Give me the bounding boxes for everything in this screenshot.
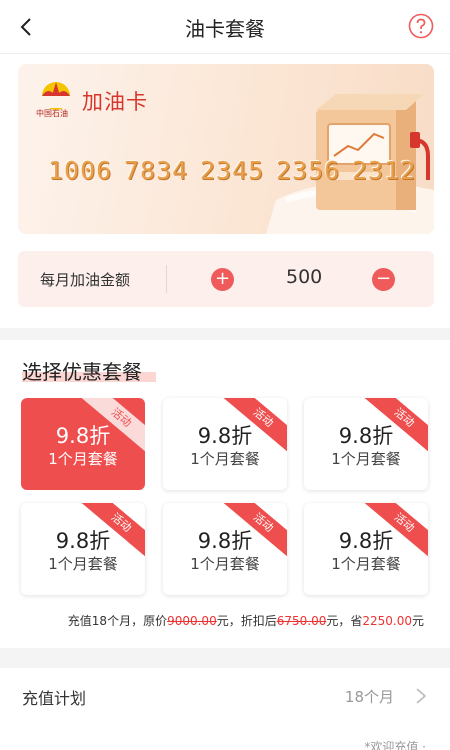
nav-bar: 油卡套餐 bbox=[0, 0, 450, 54]
package-discount: 9.8折 bbox=[338, 529, 394, 553]
saved-amount: 2250.00 bbox=[362, 614, 412, 628]
footer-hint: *欢迎充值 · bbox=[364, 740, 426, 750]
section-gap bbox=[0, 328, 450, 340]
package-option-6[interactable]: 活动 9.8折 1个月套餐 bbox=[304, 503, 428, 595]
package-duration: 1个月套餐 bbox=[190, 450, 260, 468]
page-title: 油卡套餐 bbox=[185, 17, 265, 41]
card-number-group-4: 2356 bbox=[276, 156, 341, 185]
package-option-3[interactable]: 活动 9.8折 1个月套餐 bbox=[304, 398, 428, 490]
package-option-2[interactable]: 活动 9.8折 1个月套餐 bbox=[163, 398, 287, 490]
summary-mid: 元，折扣后 bbox=[216, 614, 277, 628]
recharge-plan-value: 18个月 bbox=[344, 688, 394, 706]
card-number-group-2: 7834 bbox=[124, 156, 189, 185]
package-discount: 9.8折 bbox=[55, 424, 111, 448]
package-discount: 9.8折 bbox=[197, 529, 253, 553]
help-icon[interactable] bbox=[408, 13, 434, 39]
section-title: 选择优惠套餐 bbox=[22, 360, 142, 384]
card-number-group-5: 2312 bbox=[352, 156, 417, 185]
summary-prefix: 充值18个月，原价 bbox=[67, 614, 168, 628]
card-brand-text: 中国石油 bbox=[36, 109, 68, 118]
discounted-price: 6750.00 bbox=[276, 614, 327, 628]
chevron-right-icon bbox=[416, 688, 427, 704]
divider bbox=[166, 265, 167, 293]
package-discount: 9.8折 bbox=[197, 424, 253, 448]
package-option-1[interactable]: 活动 9.8折 1个月套餐 bbox=[21, 398, 145, 490]
increase-amount-button[interactable]: + bbox=[211, 268, 234, 291]
package-duration: 1个月套餐 bbox=[331, 555, 401, 573]
monthly-amount-row: 每月加油金额 + 500 − bbox=[18, 251, 434, 307]
monthly-amount-value: 500 bbox=[286, 266, 323, 288]
package-option-4[interactable]: 活动 9.8折 1个月套餐 bbox=[21, 503, 145, 595]
package-duration: 1个月套餐 bbox=[331, 450, 401, 468]
summary-suffix: 元 bbox=[411, 614, 424, 628]
decrease-amount-button[interactable]: − bbox=[372, 268, 395, 291]
package-option-5[interactable]: 活动 9.8折 1个月套餐 bbox=[163, 503, 287, 595]
original-price: 9000.00 bbox=[167, 614, 217, 628]
summary-mid2: 元，省 bbox=[326, 614, 363, 628]
price-summary: 充值18个月，原价9000.00元，折扣后6750.00元，省2250.00元 bbox=[68, 612, 424, 629]
card-name: 加油卡 bbox=[82, 90, 148, 114]
card-number-group-1: 1006 bbox=[48, 156, 113, 185]
recharge-plan-row[interactable]: 充值计划 18个月 bbox=[0, 668, 450, 724]
recharge-plan-label: 充值计划 bbox=[22, 689, 87, 708]
card-number-group-3: 2345 bbox=[200, 156, 265, 185]
package-duration: 1个月套餐 bbox=[48, 450, 118, 468]
oil-card: 中国石油 加油卡 1006 7834 2345 2356 2312 bbox=[18, 64, 434, 234]
section-gap bbox=[0, 648, 450, 668]
package-discount: 9.8折 bbox=[338, 424, 394, 448]
monthly-amount-label: 每月加油金额 bbox=[40, 271, 131, 289]
package-duration: 1个月套餐 bbox=[48, 555, 118, 573]
package-discount: 9.8折 bbox=[55, 529, 111, 553]
package-duration: 1个月套餐 bbox=[190, 555, 260, 573]
